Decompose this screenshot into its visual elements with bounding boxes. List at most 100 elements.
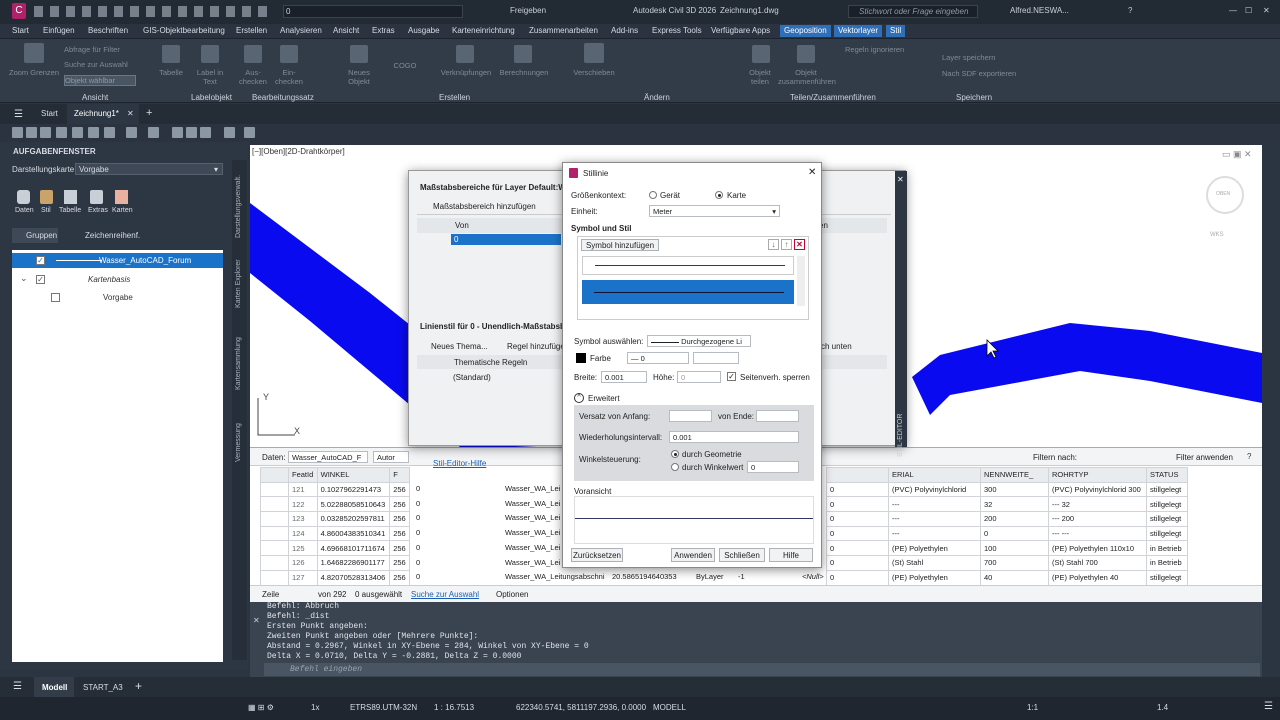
collapse-advanced-icon[interactable]: ^ (574, 393, 584, 403)
label-text-icon[interactable] (201, 45, 219, 63)
cell-layer[interactable]: 0 (826, 540, 889, 557)
cell-nominal-width[interactable]: 40 (980, 569, 1049, 586)
style-editor-help-link[interactable]: Stil-Editor-Hilfe (433, 459, 486, 468)
color-label[interactable]: Farbe (590, 354, 611, 363)
close-icon[interactable]: ✕ (253, 616, 260, 625)
cell-layer[interactable]: 0 (826, 525, 889, 542)
menu-express[interactable]: Express Tools (652, 26, 702, 35)
menu-tools[interactable]: Extras (372, 26, 395, 35)
close-icon[interactable]: ✕ (897, 175, 904, 184)
table-row[interactable]: 121 0.1027962291473 256 (260, 481, 410, 498)
cell-f[interactable]: 256 (389, 511, 410, 527)
menu-apps[interactable]: Verfügbare Apps (711, 26, 770, 35)
checkout-icon[interactable] (244, 45, 262, 63)
tool-icon[interactable] (72, 127, 83, 138)
tool-icon[interactable] (186, 127, 197, 138)
cell-pipe-type[interactable]: (PVC) Polyvinylchlorid 300 (1048, 481, 1147, 498)
cell-angle[interactable]: 0.03285202597811 (316, 511, 391, 527)
linetype-scale[interactable]: 1x (311, 703, 319, 712)
table-row[interactable]: 0 (PE) Polyethylen 100 (PE) Polyethylen 110… (826, 540, 1188, 557)
table-row[interactable]: 0 (PE) Polyethylen 40 (PE) Polyethylen 40st… (826, 569, 1188, 586)
table-row[interactable]: 0 (St) Stahl 700 (St) Stahl 700 in Betrieb (826, 555, 1188, 571)
cell-angle[interactable]: 4.69668101711674 (316, 540, 391, 557)
cell-featid[interactable]: 122 (288, 496, 318, 513)
angle-by-value-radio[interactable] (671, 463, 679, 471)
lock-ratio-checkbox[interactable]: ✓ (727, 372, 736, 381)
angle-value-input[interactable]: 0 (747, 461, 799, 473)
col-header[interactable]: F (389, 467, 410, 483)
menu-gis[interactable]: GIS-Objektbearbeitung (143, 26, 225, 35)
cell-zero[interactable]: 0 (416, 511, 420, 525)
cell-angle[interactable]: 1.64682286901177 (316, 555, 391, 571)
symbol-item-selected[interactable] (582, 280, 794, 304)
filter-apply-button[interactable]: Filter anwenden (1176, 453, 1233, 462)
cell-nominal-width[interactable]: 200 (980, 511, 1049, 527)
cell-bylayer[interactable]: ByLayer (696, 570, 724, 584)
tools-icon[interactable] (90, 190, 103, 204)
cell-material[interactable]: (St) Stahl (888, 555, 981, 571)
cell-value[interactable]: -1 (738, 570, 745, 584)
add-rule-button[interactable]: Regel hinzufüge (507, 342, 565, 351)
apply-button[interactable]: Anwenden (671, 548, 715, 562)
table-row[interactable]: 0 --- 0 --- --- stillgelegt (826, 525, 1188, 542)
style-brush-icon[interactable] (40, 190, 53, 204)
layout-menu-icon[interactable]: ☰ (13, 681, 22, 692)
cell-name[interactable]: Wasser_WA_Lei (505, 556, 560, 570)
data-icon[interactable] (17, 190, 30, 204)
tool-icon[interactable] (224, 127, 235, 138)
menu-view[interactable]: Ansicht (333, 26, 359, 35)
offset-start-input[interactable] (669, 410, 712, 422)
wcs-menu[interactable]: WKS (1210, 232, 1224, 238)
reset-button[interactable]: Zurücksetzen (571, 548, 623, 562)
cell-featid[interactable]: 121 (288, 481, 318, 498)
row-selector[interactable] (260, 496, 289, 513)
menu-insert[interactable]: Einfügen (43, 26, 75, 35)
maps-icon[interactable] (115, 190, 128, 204)
cell-nominal-width[interactable]: 100 (980, 540, 1049, 557)
col-header[interactable]: ERIAL (888, 467, 981, 483)
zoom-extents-icon[interactable] (24, 43, 44, 63)
row-selector[interactable] (260, 511, 289, 527)
tab-map-book[interactable]: Kartensammlung (235, 337, 242, 390)
tab-drawing[interactable]: Zeichnung1* ✕ (67, 104, 139, 124)
menu-start[interactable]: Start (12, 26, 29, 35)
search-selection-button[interactable]: Suche zur Auswahl (64, 60, 154, 69)
export-sdf-button[interactable]: Nach SDF exportieren (942, 69, 1032, 78)
delete-symbol-icon[interactable]: ✕ (794, 239, 805, 250)
cell-angle[interactable]: 4.86004383510341 (316, 525, 391, 542)
tool-icon[interactable] (126, 127, 137, 138)
customize-menu-icon[interactable]: ☰ (1264, 701, 1273, 712)
tool-icon[interactable] (26, 127, 37, 138)
tool-icon[interactable] (12, 127, 23, 138)
cell-f[interactable]: 256 (389, 481, 410, 498)
cell-material[interactable]: --- (888, 511, 981, 527)
cell-angle[interactable]: 4.82070528313406 (316, 569, 391, 586)
menu-analyze[interactable]: Analysieren (280, 26, 322, 35)
cell-featid[interactable]: 125 (288, 540, 318, 557)
menu-style[interactable]: Stil (886, 25, 906, 37)
tab-layout-start[interactable]: START_A3 (83, 683, 123, 692)
cell-name[interactable]: Wasser_WA_Leitungsabschni (505, 570, 605, 584)
app-logo-icon[interactable]: C (12, 3, 26, 19)
base-checkbox[interactable]: ✓ (36, 275, 45, 284)
view-cube-top[interactable]: OBEN (1216, 191, 1230, 197)
default-checkbox[interactable] (51, 293, 60, 302)
add-layout-icon[interactable]: + (135, 679, 142, 693)
tab-model[interactable]: Modell (34, 677, 74, 697)
scale-range-row[interactable]: 0 (451, 234, 561, 245)
cell-f[interactable]: 256 (389, 496, 410, 513)
groups-button[interactable]: Gruppen (12, 228, 58, 243)
col-header[interactable]: FeatId (288, 467, 318, 483)
display-map-dropdown[interactable]: Vorgabe ▾ (75, 163, 223, 175)
tab-survey[interactable]: Vermessung (235, 423, 242, 462)
cell-material[interactable]: (PE) Polyethylen (888, 540, 981, 557)
cell-name[interactable]: Wasser_WA_Lei (505, 541, 560, 555)
cell-null[interactable]: <Null> (802, 570, 824, 584)
tool-icon[interactable] (88, 127, 99, 138)
menu-addins[interactable]: Add-ins (611, 26, 638, 35)
tool-icon[interactable] (148, 127, 159, 138)
cell-status[interactable]: stillgelegt (1146, 525, 1188, 542)
table-row[interactable]: 125 4.69668101711674 256 (260, 540, 410, 557)
row-selector[interactable] (260, 569, 289, 586)
cell-zero[interactable]: 0 (416, 497, 420, 511)
